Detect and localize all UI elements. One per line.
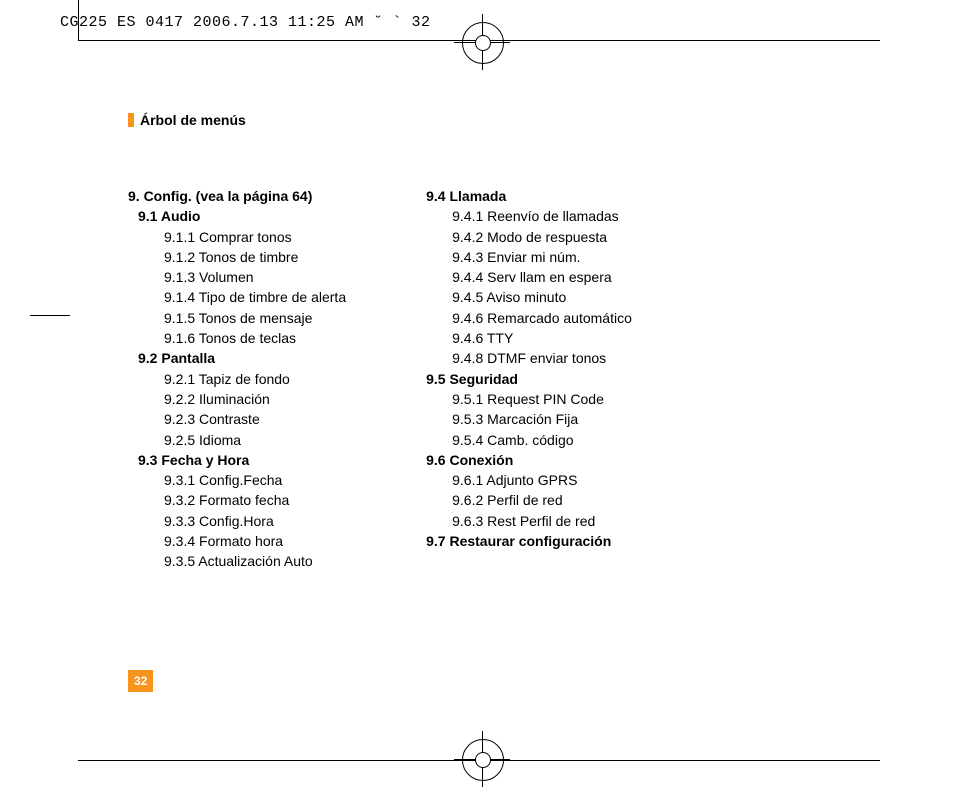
registration-mark-icon xyxy=(454,14,510,70)
menu-heading-restaurar: 9.7 Restaurar configuración xyxy=(426,531,632,551)
accent-bar-icon xyxy=(128,113,134,127)
menu-heading-llamada: 9.4 Llamada xyxy=(426,186,632,206)
menu-heading-fecha: 9.3 Fecha y Hora xyxy=(128,450,346,470)
print-header: CG225 ES 0417 2006.7.13 11:25 AM ˘ ` 32 xyxy=(60,14,431,31)
menu-item: 9.4.4 Serv llam en espera xyxy=(426,267,632,287)
page-number: 32 xyxy=(128,670,153,692)
menu-item: 9.1.5 Tonos de mensaje xyxy=(128,308,346,328)
registration-mark-icon xyxy=(454,731,510,787)
menu-item: 9.1.3 Volumen xyxy=(128,267,346,287)
menu-item: 9.3.5 Actualización Auto xyxy=(128,551,346,571)
menu-item: 9.5.4 Camb. código xyxy=(426,430,632,450)
menu-item: 9.1.6 Tonos de teclas xyxy=(128,328,346,348)
column-left: 9. Config. (vea la página 64) 9.1 Audio … xyxy=(128,186,346,572)
menu-item: 9.3.2 Formato fecha xyxy=(128,490,346,510)
menu-item: 9.6.1 Adjunto GPRS xyxy=(426,470,632,490)
menu-item: 9.4.1 Reenvío de llamadas xyxy=(426,206,632,226)
menu-heading-audio: 9.1 Audio xyxy=(128,206,346,226)
menu-item: 9.3.1 Config.Fecha xyxy=(128,470,346,490)
column-right: 9.4 Llamada 9.4.1 Reenvío de llamadas 9.… xyxy=(426,186,632,572)
menu-item: 9.4.6 TTY xyxy=(426,328,632,348)
menu-item: 9.2.5 Idioma xyxy=(128,430,346,450)
menu-item: 9.3.3 Config.Hora xyxy=(128,511,346,531)
menu-item: 9.2.1 Tapiz de fondo xyxy=(128,369,346,389)
menu-item: 9.1.4 Tipo de timbre de alerta xyxy=(128,287,346,307)
menu-item: 9.4.3 Enviar mi núm. xyxy=(426,247,632,267)
section-title-text: Árbol de menús xyxy=(140,112,246,128)
crop-mark xyxy=(30,315,70,316)
menu-item: 9.4.6 Remarcado automático xyxy=(426,308,632,328)
menu-top-level: 9. Config. (vea la página 64) xyxy=(128,186,346,206)
crop-mark xyxy=(78,0,79,40)
menu-tree: 9. Config. (vea la página 64) 9.1 Audio … xyxy=(128,186,888,572)
menu-item: 9.4.8 DTMF enviar tonos xyxy=(426,348,632,368)
menu-item: 9.1.2 Tonos de timbre xyxy=(128,247,346,267)
menu-item: 9.4.2 Modo de respuesta xyxy=(426,227,632,247)
menu-heading-conexion: 9.6 Conexión xyxy=(426,450,632,470)
menu-item: 9.1.1 Comprar tonos xyxy=(128,227,346,247)
menu-item: 9.3.4 Formato hora xyxy=(128,531,346,551)
menu-item: 9.5.1 Request PIN Code xyxy=(426,389,632,409)
menu-item: 9.6.3 Rest Perfil de red xyxy=(426,511,632,531)
menu-item: 9.4.5 Aviso minuto xyxy=(426,287,632,307)
menu-item: 9.2.3 Contraste xyxy=(128,409,346,429)
menu-heading-pantalla: 9.2 Pantalla xyxy=(128,348,346,368)
menu-item: 9.5.3 Marcación Fija xyxy=(426,409,632,429)
menu-item: 9.6.2 Perfil de red xyxy=(426,490,632,510)
section-title: Árbol de menús xyxy=(128,112,246,128)
menu-heading-seguridad: 9.5 Seguridad xyxy=(426,369,632,389)
menu-item: 9.2.2 Iluminación xyxy=(128,389,346,409)
